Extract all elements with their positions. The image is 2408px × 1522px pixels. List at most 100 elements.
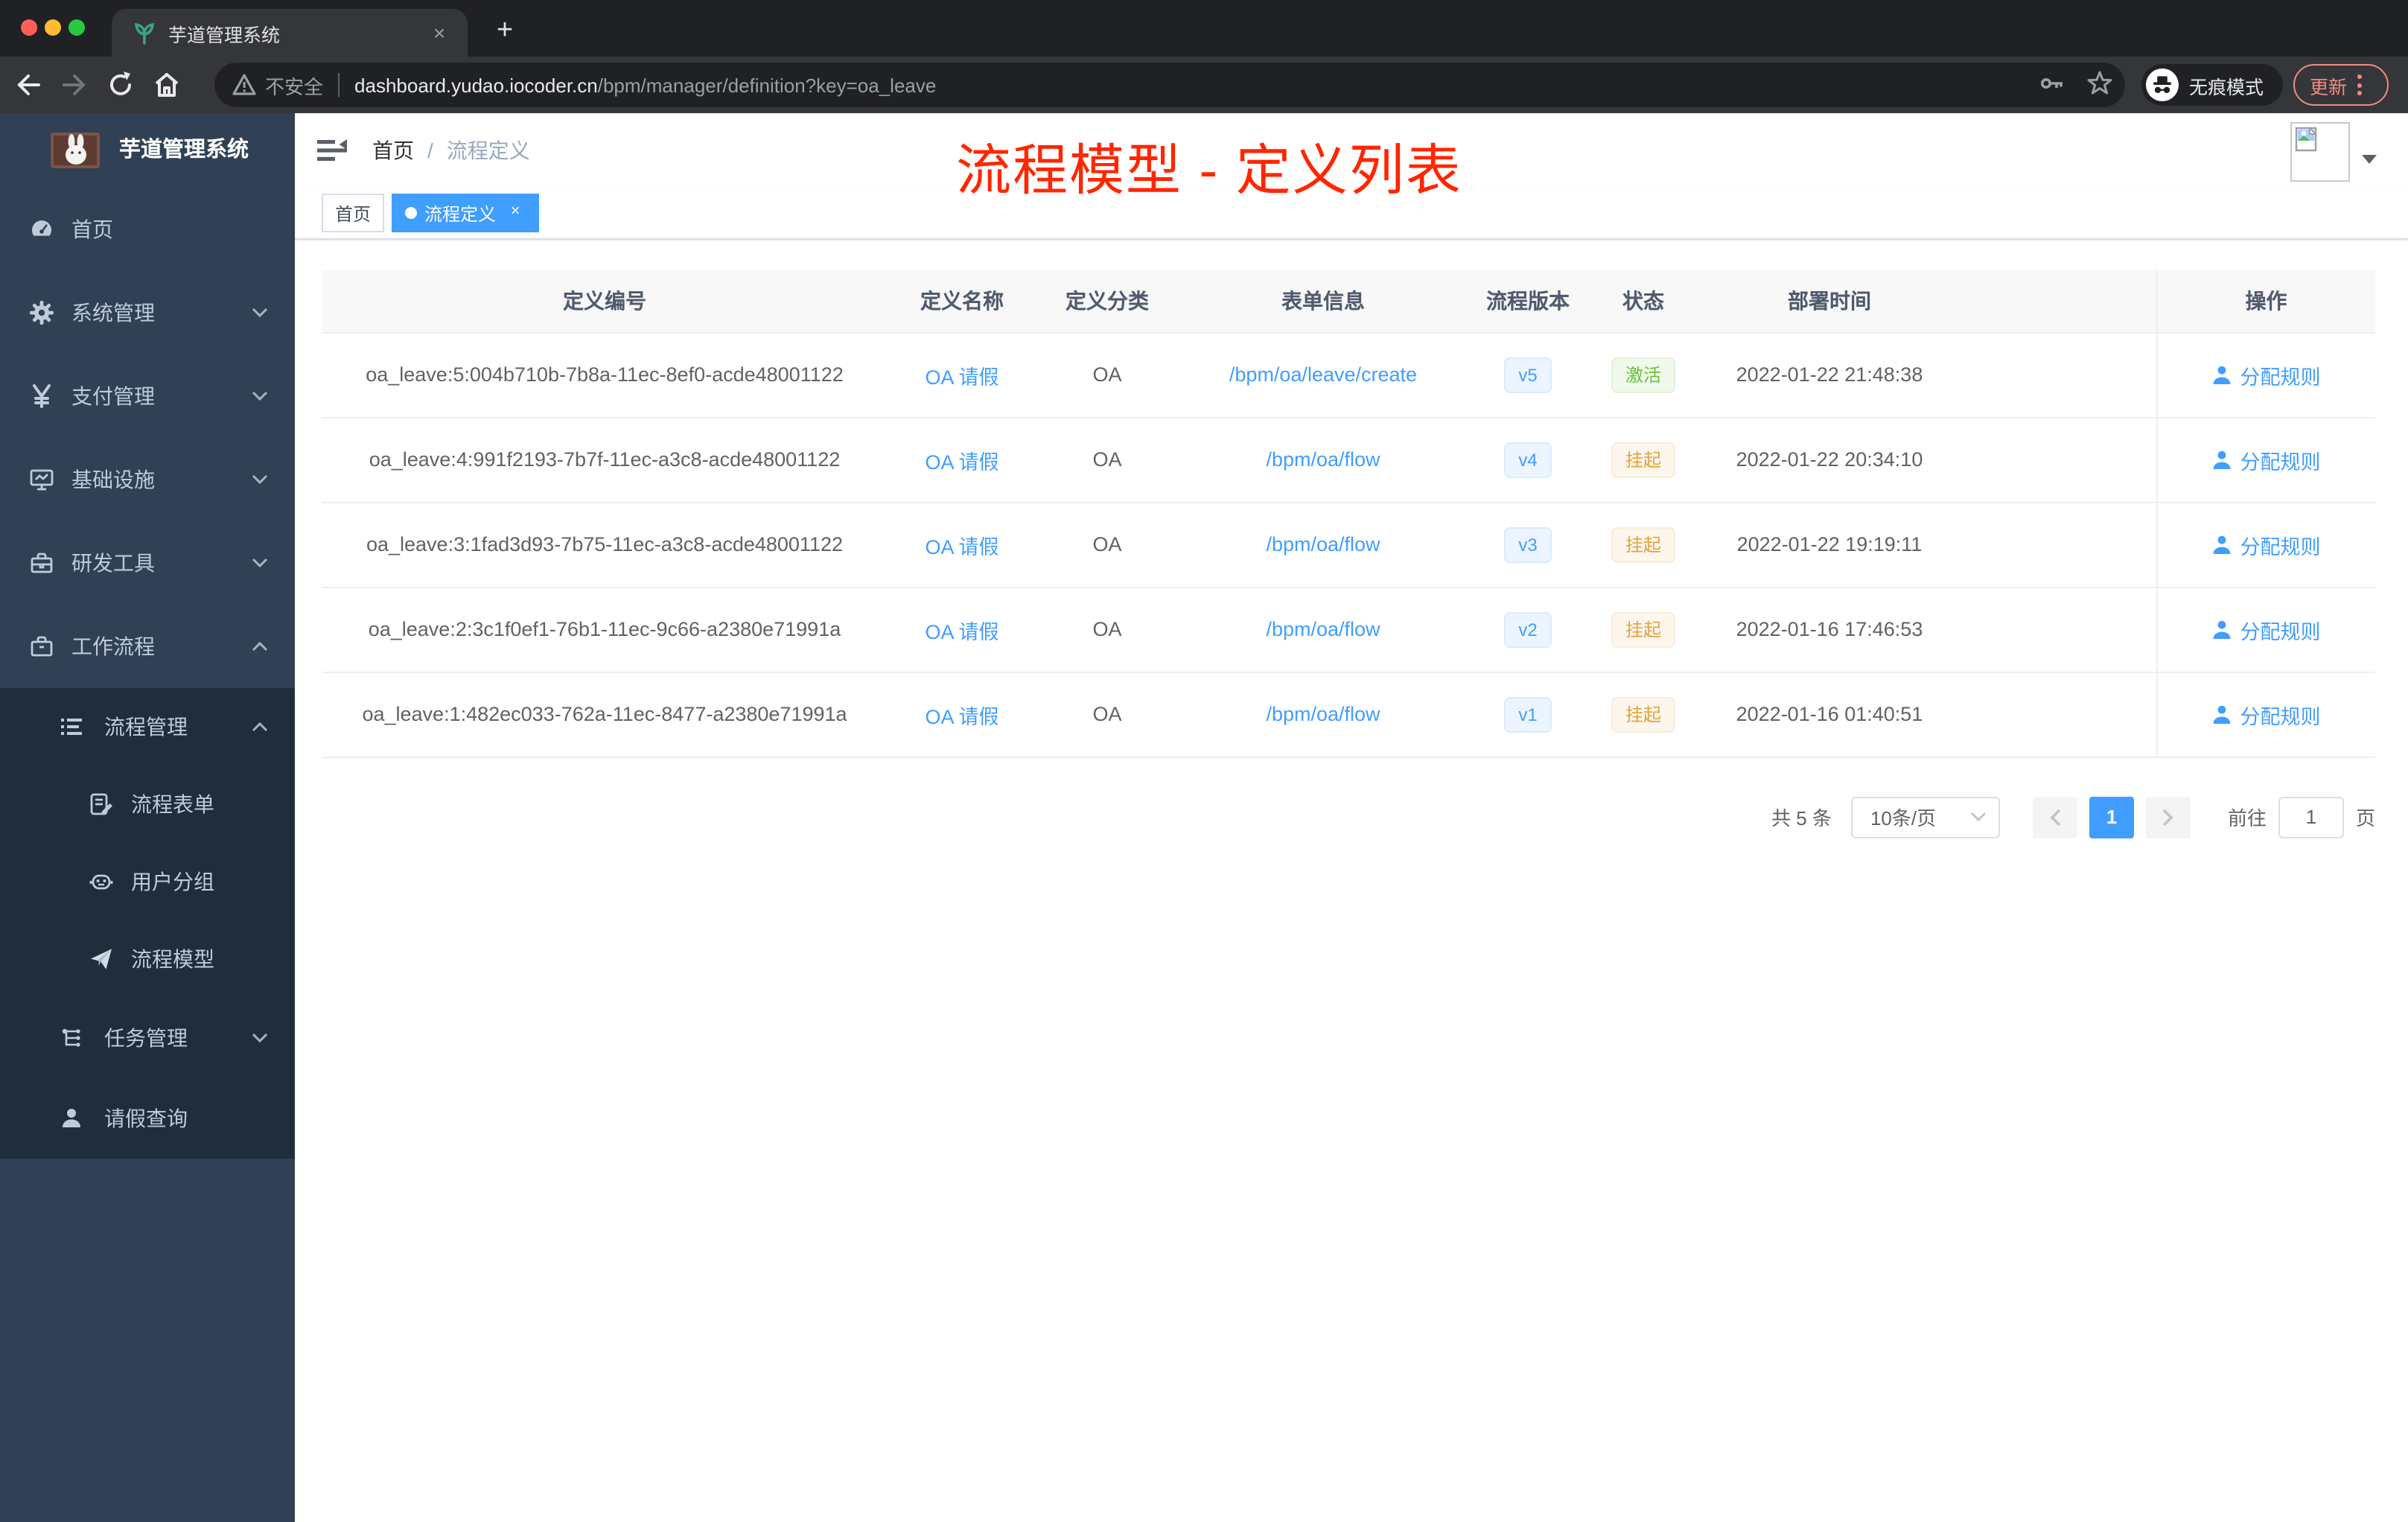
- sidebar-item-label: 请假查询: [104, 1107, 188, 1130]
- sidebar-item-system[interactable]: 系统管理: [0, 271, 295, 354]
- back-icon[interactable]: [15, 71, 42, 98]
- page-url[interactable]: dashboard.yudao.iocoder.cn/bpm/manager/d…: [354, 74, 936, 96]
- assign-rule-link[interactable]: 分配规则: [2212, 614, 2321, 644]
- status-tag: 激活: [1611, 357, 1675, 392]
- user-icon: [2214, 365, 2231, 383]
- sidebar-item-home[interactable]: 首页: [0, 188, 295, 271]
- annotation-title: 流程模型 - 定义列表: [956, 140, 1462, 201]
- definition-name-link[interactable]: OA 请假: [925, 705, 998, 727]
- col-definition-name: 定义名称: [888, 270, 1036, 333]
- goto-page-input[interactable]: [2278, 796, 2344, 838]
- bookmark-star-icon[interactable]: [2086, 70, 2113, 97]
- definition-table: 定义编号 定义名称 定义分类 表单信息 流程版本 状态 部署时间 操作 oa_l…: [322, 270, 2375, 757]
- url-domain: dashboard.yudao.iocoder.cn: [354, 74, 598, 96]
- browser-menu-icon[interactable]: [2357, 74, 2363, 95]
- prev-page-button[interactable]: [2032, 796, 2077, 838]
- assign-rule-link[interactable]: 分配规则: [2212, 699, 2321, 729]
- status-tag: 挂起: [1611, 696, 1675, 732]
- cell-filler: [1960, 417, 2156, 503]
- user-avatar[interactable]: [2290, 122, 2350, 182]
- sidebar-item-leave-query[interactable]: 请假查询: [0, 1078, 295, 1159]
- address-bar[interactable]: 不安全 dashboard.yudao.iocoder.cn/bpm/manag…: [214, 63, 2125, 107]
- sidebar-item-payment[interactable]: 支付管理: [0, 354, 295, 438]
- chevron-left-icon: [2050, 808, 2061, 826]
- tab-close-icon[interactable]: ×: [426, 19, 453, 46]
- sidebar-item-label: 任务管理: [104, 1026, 188, 1050]
- sidebar-item-process-model[interactable]: 流程模型: [0, 920, 295, 998]
- sidebar-item-label: 工作流程: [71, 634, 155, 658]
- form-info-link[interactable]: /bpm/oa/flow: [1266, 448, 1380, 471]
- chrome-update-button[interactable]: 更新: [2293, 64, 2389, 106]
- chevron-down-icon: [252, 474, 268, 485]
- sidebar-logo[interactable]: 芋道管理系统: [0, 113, 295, 188]
- tag-home[interactable]: 首页: [322, 194, 385, 232]
- url-path: /bpm/manager/definition?key=oa_leave: [597, 74, 937, 96]
- col-actions: 操作: [2156, 270, 2375, 333]
- col-status: 状态: [1587, 270, 1699, 333]
- sidebar-item-process-management[interactable]: 流程管理: [0, 688, 295, 765]
- cell-filler: [1960, 587, 2156, 672]
- definition-name-link[interactable]: OA 请假: [925, 620, 998, 643]
- col-definition-id: 定义编号: [322, 270, 888, 333]
- update-label: 更新: [2310, 77, 2348, 98]
- dashboard-icon: [32, 220, 51, 236]
- macos-zoom-button[interactable]: [69, 19, 85, 36]
- form-info-link[interactable]: /bpm/oa/leave/create: [1229, 363, 1417, 386]
- cell-definition-id: oa_leave:1:482ec033-762a-11ec-8477-a2380…: [322, 672, 888, 757]
- assign-rule-link[interactable]: 分配规则: [2212, 445, 2321, 474]
- sidebar-collapse-icon[interactable]: [317, 136, 347, 165]
- sidebar-item-label: 流程表单: [131, 792, 214, 816]
- chevron-down-icon: [252, 558, 268, 568]
- security-chip-label[interactable]: 不安全: [265, 71, 323, 99]
- avatar-caret-icon[interactable]: [2362, 155, 2377, 164]
- col-filler: [1960, 270, 2156, 333]
- sidebar-item-infrastructure[interactable]: 基础设施: [0, 438, 295, 521]
- breadcrumb-home[interactable]: 首页: [372, 138, 414, 162]
- cell-definition-id: oa_leave:3:1fad3d93-7b75-11ec-a3c8-acde4…: [322, 502, 888, 588]
- chevron-down-icon: [1970, 812, 1986, 821]
- app-title: 芋道管理系统: [119, 138, 249, 162]
- macos-close-button[interactable]: [21, 19, 37, 36]
- stream-icon: [61, 719, 82, 735]
- user-icon: [63, 1109, 80, 1127]
- sidebar-item-label: 研发工具: [71, 551, 155, 575]
- version-tag: v2: [1503, 611, 1552, 647]
- password-key-icon[interactable]: [2039, 70, 2065, 97]
- form-info-link[interactable]: /bpm/oa/flow: [1266, 703, 1380, 725]
- tag-close-icon[interactable]: ×: [505, 203, 526, 223]
- breadcrumb-separator: /: [427, 138, 433, 162]
- reload-icon[interactable]: [107, 71, 134, 98]
- sidebar-item-user-group[interactable]: 用户分组: [0, 843, 295, 920]
- definition-name-link[interactable]: OA 请假: [925, 535, 998, 558]
- page-size-select[interactable]: 10条/页: [1850, 796, 2000, 838]
- table-row: oa_leave:2:3c1f0ef1-76b1-11ec-9c66-a2380…: [322, 587, 2375, 672]
- new-tab-button[interactable]: +: [485, 12, 524, 51]
- next-page-button[interactable]: [2145, 796, 2191, 838]
- form-info-link[interactable]: /bpm/oa/flow: [1266, 533, 1380, 555]
- not-secure-warning-icon[interactable]: [232, 73, 256, 97]
- browser-tab-strip: 芋道管理系统 × +: [0, 0, 2408, 57]
- sidebar-item-label: 基础设施: [71, 468, 155, 491]
- page-number-1[interactable]: 1: [2089, 796, 2134, 838]
- assign-rule-link[interactable]: 分配规则: [2212, 360, 2321, 389]
- user-icon: [2214, 535, 2231, 553]
- table-row: oa_leave:1:482ec033-762a-11ec-8477-a2380…: [322, 672, 2375, 757]
- sidebar-item-process-form[interactable]: 流程表单: [0, 765, 295, 843]
- forward-icon[interactable]: [61, 71, 88, 98]
- definition-name-link[interactable]: OA 请假: [925, 450, 998, 473]
- cell-definition-id: oa_leave:2:3c1f0ef1-76b1-11ec-9c66-a2380…: [322, 587, 888, 672]
- tag-process-definition[interactable]: 流程定义 ×: [392, 194, 540, 232]
- browser-tab[interactable]: 芋道管理系统 ×: [112, 9, 468, 57]
- breadcrumb: 首页 / 流程定义: [372, 113, 530, 188]
- sidebar-item-workflow[interactable]: 工作流程: [0, 605, 295, 688]
- cell-filler: [1960, 672, 2156, 757]
- macos-minimize-button[interactable]: [45, 19, 61, 36]
- sidebar-item-task-management[interactable]: 任务管理: [0, 998, 295, 1078]
- assign-rule-link[interactable]: 分配规则: [2212, 529, 2321, 559]
- sidebar-item-dev-tools[interactable]: 研发工具: [0, 521, 295, 605]
- form-info-link[interactable]: /bpm/oa/flow: [1266, 618, 1380, 640]
- address-divider: [338, 73, 340, 97]
- definition-name-link[interactable]: OA 请假: [925, 366, 998, 388]
- home-icon[interactable]: [153, 71, 180, 98]
- goto-label: 前往: [2227, 807, 2267, 830]
